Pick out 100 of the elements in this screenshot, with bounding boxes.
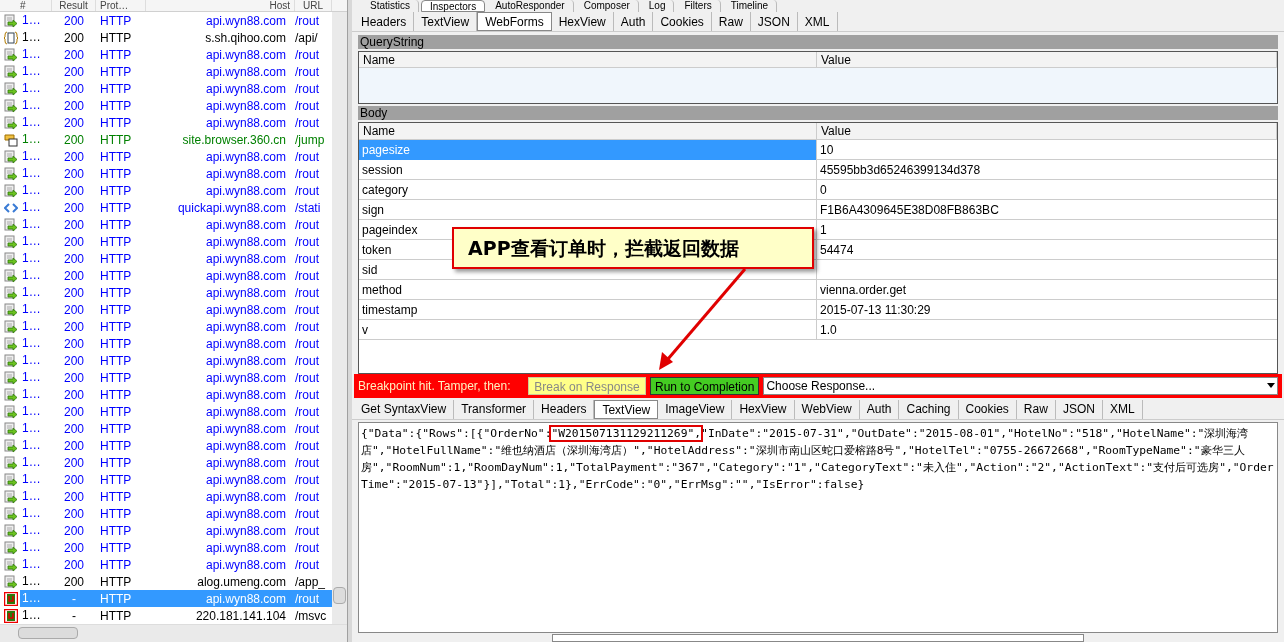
host-text: api.wyn88.com [204,182,287,200]
tab[interactable]: Filters [676,0,721,12]
field-name[interactable]: v [359,320,817,340]
tab[interactable]: Composer [575,0,639,12]
tab[interactable]: ImageView [658,399,733,419]
session-row[interactable]: 1… 200 HTTP alog.umeng.com /app_ [0,573,332,590]
tab[interactable]: Cookies [958,399,1017,419]
session-number: 1… [21,522,42,539]
session-row[interactable]: 1… 200 HTTP api.wyn88.com /rout [0,216,332,233]
session-row[interactable]: 1… 200 HTTP api.wyn88.com /rout [0,454,332,471]
break-on-response-button[interactable]: Break on Response [528,376,646,395]
horizontal-scrollbar[interactable] [0,624,347,642]
session-row[interactable]: 1… 200 HTTP api.wyn88.com /rout [0,403,332,420]
session-row[interactable]: 1… 200 HTTP api.wyn88.com /rout [0,352,332,369]
session-row[interactable]: 1… 200 HTTP api.wyn88.com /rout [0,505,332,522]
protocol-text: HTTP [99,301,133,319]
url-text: /rout [294,63,320,81]
session-number: 1… [21,182,42,199]
protocol-text: HTTP [99,335,133,353]
column-header[interactable]: Value [817,123,1277,140]
tab[interactable]: XML [797,12,838,31]
response-dropdown[interactable]: Choose Response... [763,376,1278,395]
result-code: 200 [63,199,85,217]
session-row[interactable]: 1… 200 HTTP api.wyn88.com /rout [0,182,332,199]
session-row[interactable]: 1… 200 HTTP api.wyn88.com /rout [0,301,332,318]
tab[interactable]: XML [1102,399,1143,419]
session-row[interactable]: 1… 200 HTTP api.wyn88.com /rout [0,522,332,539]
tab[interactable]: Statistics [362,0,419,12]
url-text: /rout [294,539,320,557]
session-row[interactable]: 1… 200 HTTP api.wyn88.com /rout [0,46,332,63]
response-text-area[interactable] [358,421,1278,634]
column-header[interactable]: Name [359,52,817,68]
session-row[interactable]: 1… 200 HTTP api.wyn88.com /rout [0,318,332,335]
url-text: /rout [294,522,320,540]
field-name[interactable]: category [359,180,817,200]
find-bar[interactable] [552,634,1084,642]
session-row[interactable]: 1… 200 HTTP api.wyn88.com /rout [0,335,332,352]
session-row[interactable]: 1… 200 HTTP api.wyn88.com /rout [0,97,332,114]
session-row[interactable]: 1… 200 HTTP s.sh.qihoo.com /api/ [0,29,332,46]
session-row[interactable]: 1… 200 HTTP api.wyn88.com /rout [0,250,332,267]
session-row[interactable]: 1… 200 HTTP api.wyn88.com /rout [0,386,332,403]
field-name[interactable]: sign [359,200,817,220]
tab[interactable]: Auth [613,12,654,31]
session-row[interactable]: 1… 200 HTTP api.wyn88.com /rout [0,63,332,80]
callout-tooltip: APP查看订单时，拦截返回数据 [452,227,814,269]
session-row[interactable]: 1… 200 HTTP api.wyn88.com /rout [0,437,332,454]
session-row[interactable]: 1… 200 HTTP api.wyn88.com /rout [0,165,332,182]
session-row[interactable]: 1… 200 HTTP api.wyn88.com /rout [0,267,332,284]
tab[interactable]: JSON [1055,399,1103,419]
tab[interactable]: WebForms [477,12,552,31]
column-header[interactable]: Result [52,0,96,11]
session-number: 1… [21,12,42,29]
host-text: api.wyn88.com [204,420,287,438]
vertical-scrollbar[interactable] [332,12,347,624]
tab[interactable]: JSON [750,12,798,31]
session-row[interactable]: 1… 200 HTTP api.wyn88.com /rout [0,284,332,301]
column-header[interactable]: # [0,0,52,11]
session-row[interactable]: 1… 200 HTTP api.wyn88.com /rout [0,488,332,505]
result-code: 200 [63,267,85,285]
angle-brackets-icon [4,200,18,215]
scrollbar-thumb[interactable] [333,587,346,604]
field-name[interactable]: timestamp [359,300,817,320]
tab[interactable]: Headers [354,12,415,31]
column-header[interactable]: URL [295,0,332,11]
tab[interactable]: HexView [551,12,614,31]
session-row[interactable]: 1… 200 HTTP api.wyn88.com /rout [0,556,332,573]
session-row[interactable]: 1… 200 HTTP api.wyn88.com /rout [0,80,332,97]
column-header[interactable]: Value [817,52,1277,68]
tab[interactable]: Transformer [454,399,535,419]
field-name[interactable]: method [359,280,817,300]
tab[interactable]: Raw [1016,399,1056,419]
session-row[interactable]: 1… 200 HTTP site.browser.360.cn /jump [0,131,332,148]
session-row[interactable]: 1… 200 HTTP api.wyn88.com /rout [0,233,332,250]
session-row[interactable]: 1… 200 HTTP api.wyn88.com /rout [0,539,332,556]
tab[interactable]: Timeline [722,0,778,12]
session-row[interactable]: 1… 200 HTTP api.wyn88.com /rout [0,148,332,165]
tab[interactable]: Inspectors [421,0,486,12]
tab[interactable]: Auth [859,399,900,419]
protocol-text: HTTP [99,437,133,455]
session-row[interactable]: 1… 200 HTTP api.wyn88.com /rout [0,114,332,131]
tab[interactable]: HexView [732,399,795,419]
session-row[interactable]: 1… 200 HTTP api.wyn88.com /rout [0,369,332,386]
tab[interactable]: WebView [794,399,860,419]
session-row[interactable]: 1… 200 HTTP api.wyn88.com /rout [0,420,332,437]
tab[interactable]: Raw [711,12,751,31]
tab[interactable]: Caching [899,399,959,419]
tab[interactable]: Get SyntaxView [354,399,455,419]
session-row[interactable]: 1… 200 HTTP api.wyn88.com /rout [0,471,332,488]
result-code: 200 [63,437,85,455]
tab[interactable]: TextView [594,399,659,419]
column-header[interactable]: Host [146,0,295,11]
tab[interactable]: Log [640,0,675,12]
session-row[interactable]: 1… - HTTP 220.181.141.104 /msvc [0,607,332,624]
session-row[interactable]: 1… 200 HTTP quickapi.wyn88.com /stati [0,199,332,216]
tab[interactable]: Cookies [653,12,712,31]
field-name[interactable]: session [359,160,817,180]
scrollbar-thumb[interactable] [18,627,78,639]
run-to-completion-button[interactable]: Run to Completion [650,376,760,395]
session-row[interactable]: 1… 200 HTTP api.wyn88.com /rout [0,12,332,29]
column-header[interactable]: Prot… [96,0,146,11]
